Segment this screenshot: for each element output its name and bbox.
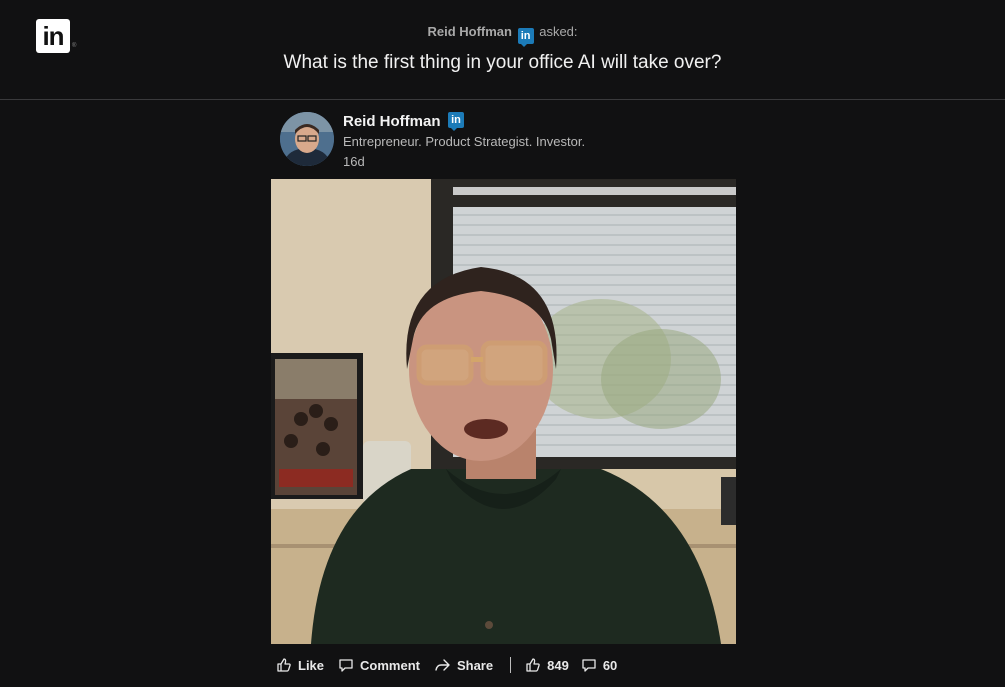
comment-label: Comment [360, 657, 420, 673]
asked-line: Reid Hoffman in asked: [0, 24, 1005, 47]
linkedin-badge-icon: in [448, 112, 464, 131]
like-count-value: 849 [547, 657, 569, 673]
comment-icon [582, 659, 596, 672]
like-label: Like [298, 657, 325, 673]
comment-count[interactable]: 60 [581, 657, 617, 673]
like-icon [277, 658, 291, 672]
share-button[interactable]: Share [434, 657, 493, 673]
like-icon [526, 658, 540, 672]
share-icon [435, 659, 450, 671]
share-label: Share [456, 657, 494, 673]
answer-page: in ® Reid Hoffman in asked: What is the … [0, 0, 1005, 687]
question-text: What is the first thing in your office A… [283, 52, 722, 73]
video-frame-icon [271, 179, 736, 644]
asked-label: asked: [539, 24, 578, 39]
author-name[interactable]: Reid Hoffman [343, 113, 441, 130]
actions-divider [510, 657, 512, 673]
author-headline: Entrepreneur. Product Strategist. Invest… [343, 134, 586, 149]
post-age: 16d [343, 154, 365, 169]
asker-name[interactable]: Reid Hoffman [427, 24, 512, 39]
avatar[interactable] [280, 112, 334, 166]
linkedin-badge-icon: in [517, 28, 534, 47]
like-button[interactable]: Like [276, 657, 324, 673]
like-count[interactable]: 849 [525, 657, 569, 673]
comment-icon [339, 659, 353, 672]
comment-button[interactable]: Comment [338, 657, 420, 673]
video-player[interactable] [271, 179, 736, 644]
post-actions: Like Comment Share 849 60 [276, 654, 629, 676]
question-header: in ® Reid Hoffman in asked: What is the … [0, 0, 1005, 100]
comment-count-value: 60 [602, 657, 618, 673]
